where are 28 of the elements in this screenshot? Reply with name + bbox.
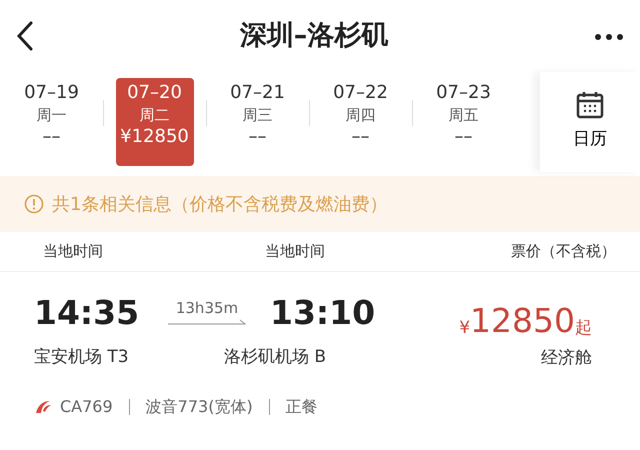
price-suffix: 起	[575, 317, 592, 340]
arrival-time: 13:10	[270, 296, 376, 329]
date-tab[interactable]: 07–23 周五 ––	[424, 78, 502, 166]
departure-airport: 宝安机场 T3	[34, 346, 130, 369]
departure-time: 14:35	[34, 296, 140, 329]
notice-text: 共1条相关信息（价格不含税费及燃油费）	[52, 192, 388, 216]
currency-symbol: ¥	[459, 317, 470, 340]
date-tab[interactable]: 07–22 周四 ––	[322, 78, 400, 166]
cabin-class: 经济舱	[541, 346, 592, 370]
date-tab[interactable]: 07–21 周三 ––	[218, 78, 296, 166]
page-title: 深圳–洛杉矶	[240, 18, 388, 53]
info-icon	[24, 194, 44, 214]
calendar-button[interactable]: 日历	[540, 72, 640, 172]
airline-logo-icon	[34, 398, 52, 414]
more-icon[interactable]	[594, 32, 624, 41]
price-amount: 12850	[470, 300, 575, 342]
back-icon[interactable]	[16, 21, 34, 51]
calendar-icon	[576, 91, 604, 120]
column-header: 当地时间	[42, 241, 104, 262]
flight-detail: 波音773(宽体)	[146, 396, 253, 418]
flight-detail: CA769	[60, 396, 113, 418]
column-header: 当地时间	[265, 241, 325, 262]
date-tab[interactable]: 07–19 周一 ––	[12, 78, 90, 166]
arrival-airport: 洛杉矶机场 B	[224, 346, 326, 369]
column-header: 票价（不含税）	[511, 241, 617, 262]
duration-text: 13h35m	[176, 298, 238, 318]
flight-detail: 正餐	[286, 396, 318, 418]
date-tab[interactable]: 07–20 周二 ¥12850	[116, 78, 194, 166]
